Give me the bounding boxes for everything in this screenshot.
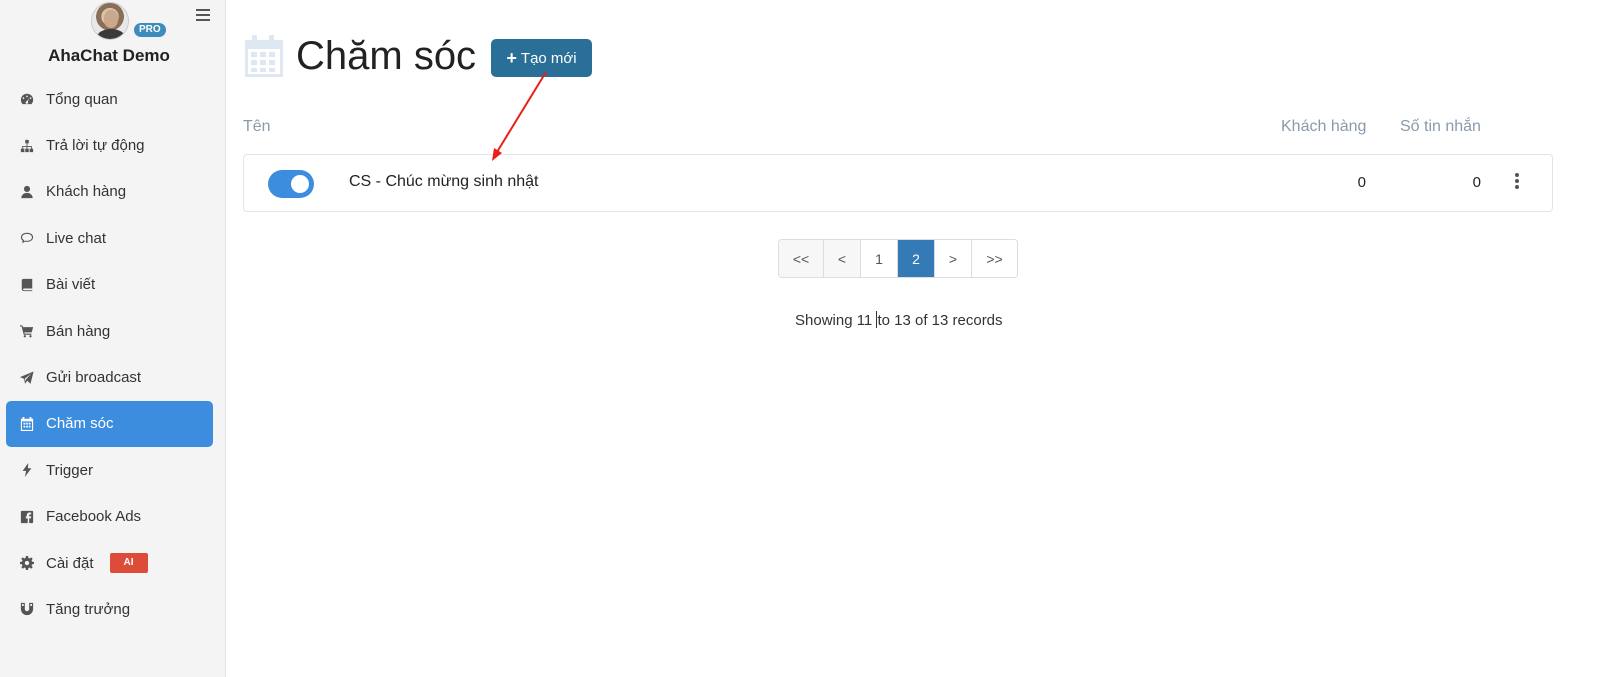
records-summary: Showing 11 to 13 of 13 records [795,311,1003,329]
sidebar-item-label: Khách hàng [46,183,127,201]
sidebar-item-label: Live chat [46,229,107,247]
sidebar-item-cai-dat[interactable]: Cài đặt AI [6,540,213,586]
book-icon [19,277,35,293]
pro-badge: PRO [134,23,166,37]
page-first-button[interactable]: << [779,240,824,277]
calendar-icon [19,416,35,432]
page-1-button[interactable]: 1 [861,240,898,277]
user-icon [19,184,35,200]
more-options-icon[interactable] [1512,173,1522,193]
page-last-button[interactable]: >> [972,240,1017,277]
create-new-label: Tạo mới [520,49,577,67]
sidebar-item-label: Tăng trưởng [46,600,131,618]
sidebar-item-khach-hang[interactable]: Khách hàng [6,169,213,215]
sidebar-item-tang-truong[interactable]: Tăng trưởng [6,586,213,632]
brand-name: AhaChat Demo [48,46,170,65]
sidebar-item-trigger[interactable]: Trigger [6,447,213,493]
row-messages-count: 0 [1472,174,1481,191]
records-summary-start: Showing 11 [795,312,877,329]
sidebar-profile: PRO AhaChat Demo [0,0,225,80]
sidebar-item-label: Bán hàng [46,322,111,340]
gear-icon [19,555,35,571]
table-row[interactable]: CS - Chúc mừng sinh nhật 0 0 [243,154,1553,212]
sidebar-item-tong-quan[interactable]: Tổng quan [6,76,213,122]
page-title: Chăm sóc [296,34,477,78]
sidebar-item-label: Chăm sóc [46,415,114,433]
ai-badge: AI [109,553,148,574]
chat-bubble-icon [19,230,35,246]
cart-icon [19,323,35,339]
row-name[interactable]: CS - Chúc mừng sinh nhật [349,173,538,191]
calendar-icon [245,35,283,77]
sidebar-item-label: Cài đặt [46,554,94,572]
sidebar-item-cham-soc[interactable]: Chăm sóc [6,400,213,448]
sidebar-item-tra-loi-tu-dong[interactable]: Trả lời tự động [6,122,213,168]
sidebar-item-label: Gửi broadcast [46,369,142,387]
sidebar-item-label: Trả lời tự động [46,137,145,155]
sidebar-menu: Tổng quan Trả lời tự động Khách hàng Liv… [6,76,213,633]
facebook-square-icon [19,509,35,525]
hamburger-menu-icon[interactable] [196,9,210,21]
avatar[interactable] [91,2,129,40]
plus-icon: + [506,47,517,68]
sidebar-item-label: Bài viết [46,276,96,294]
paper-plane-icon [19,370,35,386]
page-prev-button[interactable]: < [824,240,861,277]
sitemap-icon [19,138,35,154]
column-header-customers: Khách hàng [1281,118,1367,135]
page-next-button[interactable]: > [935,240,972,277]
sidebar-item-ban-hang[interactable]: Bán hàng [6,308,213,354]
column-header-name: Tên [243,118,271,135]
row-customers-count: 0 [1357,174,1366,191]
sidebar-item-label: Facebook Ads [46,508,142,526]
create-new-button[interactable]: + Tạo mới [491,39,592,77]
sidebar-item-live-chat[interactable]: Live chat [6,215,213,261]
main-content: Chăm sóc + Tạo mới Tên Khách hàng Số tin… [226,0,1600,677]
pagination: << < 1 2 > >> [778,239,1018,278]
enabled-toggle[interactable] [268,170,314,198]
sidebar-item-label: Trigger [46,461,93,479]
page-2-button[interactable]: 2 [898,240,935,277]
sidebar-item-label: Tổng quan [46,90,118,108]
sidebar-item-bai-viet[interactable]: Bài viết [6,262,213,308]
dashboard-icon [19,91,35,107]
bolt-icon [19,462,35,478]
sidebar: PRO AhaChat Demo Tổng quan Trả lời tự độ… [0,0,226,677]
sidebar-item-gui-broadcast[interactable]: Gửi broadcast [6,354,213,400]
sidebar-item-facebook-ads[interactable]: Facebook Ads [6,494,213,540]
records-summary-end: to 13 of 13 records [877,312,1003,329]
column-header-messages: Số tin nhắn [1400,118,1481,135]
magnet-icon [19,601,35,617]
